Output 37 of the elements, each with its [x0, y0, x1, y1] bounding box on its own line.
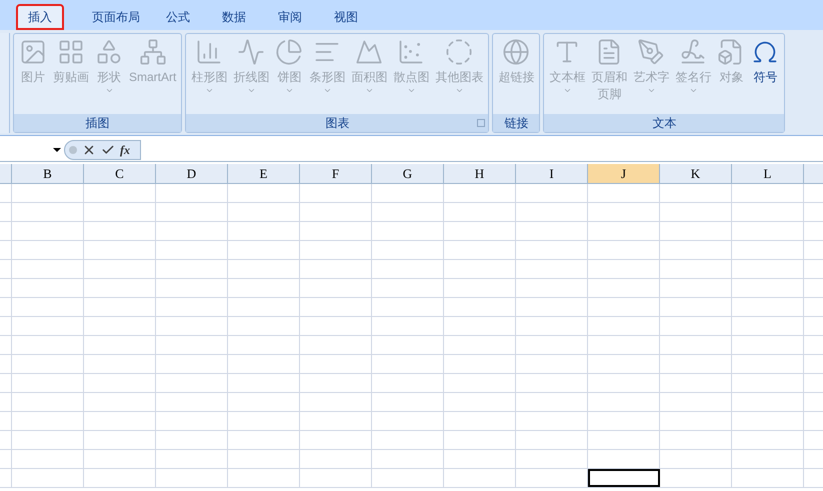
column-header[interactable]: B: [12, 164, 84, 183]
column-header[interactable]: J: [588, 164, 660, 183]
column-chart-icon: [195, 38, 224, 66]
enter-icon[interactable]: [101, 142, 115, 156]
ribbon-tab[interactable]: 页面布局: [82, 4, 150, 30]
pen-icon: [637, 38, 666, 66]
group-title: 链接: [504, 115, 528, 132]
group-title: 文本: [652, 115, 676, 132]
line-chart-icon: [237, 38, 266, 66]
column-header[interactable]: G: [372, 164, 444, 183]
column-header[interactable]: K: [660, 164, 732, 183]
column-header[interactable]: H: [444, 164, 516, 183]
ribbon-tab[interactable]: 审阅: [268, 4, 312, 30]
column-header[interactable]: D: [156, 164, 228, 183]
pie-chart-icon: [275, 38, 304, 66]
signature-icon: [679, 38, 708, 66]
group-title: 插图: [86, 115, 110, 132]
ribbon-tab[interactable]: 数据: [212, 4, 256, 30]
shapes-icon: [95, 38, 123, 66]
column-header[interactable]: E: [228, 164, 300, 183]
area-chart-icon: [355, 38, 384, 66]
donut-chart-icon: [445, 38, 474, 66]
picture-frame-icon: [19, 38, 47, 66]
ribbon-button[interactable]: 符号: [748, 34, 782, 114]
group-title: 图表: [325, 115, 350, 132]
selected-cell[interactable]: [588, 469, 660, 487]
ribbon-tab[interactable]: 视图: [324, 4, 368, 30]
clip-grid-icon: [57, 38, 85, 66]
diagram-icon: [138, 38, 167, 66]
insert-function-button[interactable]: fx: [120, 140, 130, 158]
column-header[interactable]: F: [300, 164, 372, 183]
scatter-chart-icon: [397, 38, 426, 66]
ribbon-tab[interactable]: 插入: [16, 4, 64, 30]
ribbon-tab[interactable]: 公式: [156, 4, 200, 30]
column-header[interactable]: C: [84, 164, 156, 183]
column-header[interactable]: L: [732, 164, 804, 183]
globe-icon: [502, 38, 530, 66]
